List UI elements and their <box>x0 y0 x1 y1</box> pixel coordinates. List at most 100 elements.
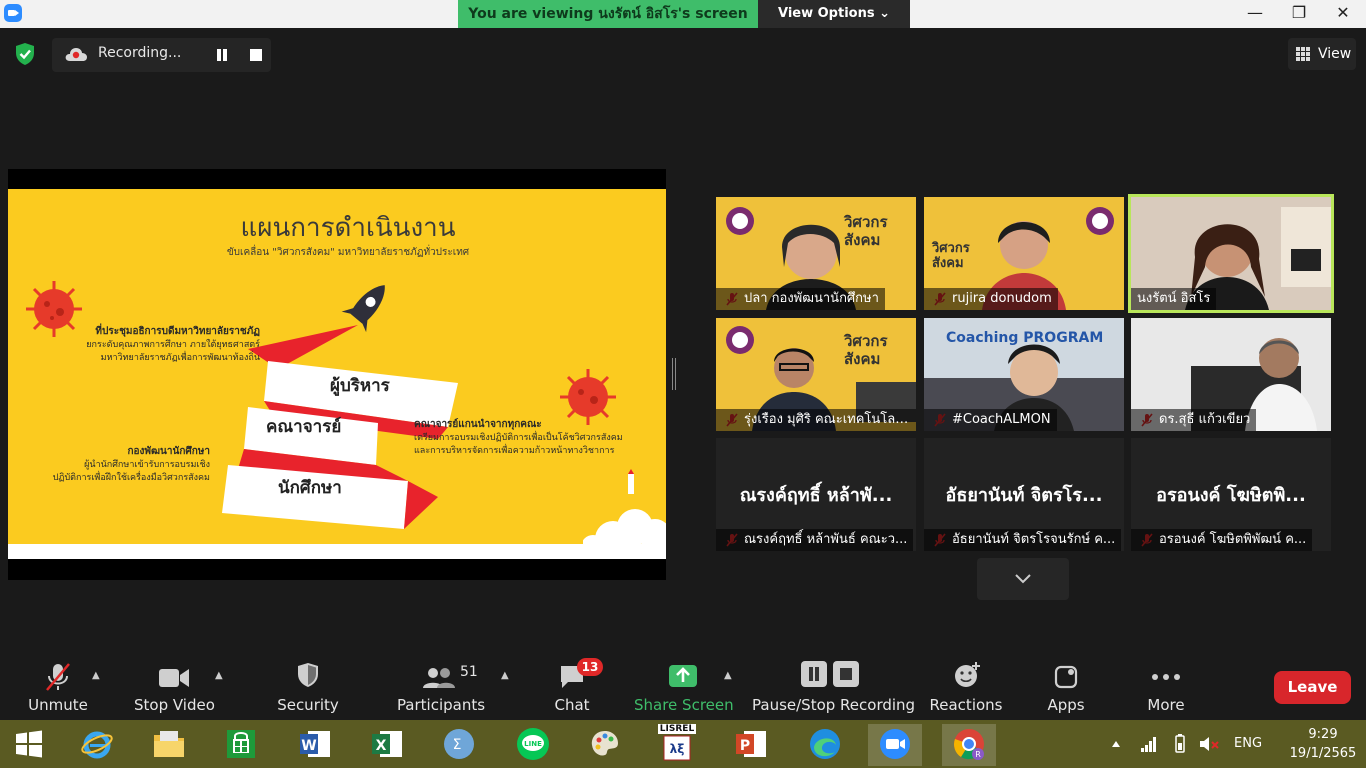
participants-count: 51 <box>460 664 478 680</box>
gallery-next-page-button[interactable] <box>977 558 1069 600</box>
tile-logo-text: วิศวกร สังคม <box>932 241 970 271</box>
share-options-caret-icon[interactable]: ▲ <box>724 670 734 681</box>
participant-tile-active-speaker[interactable]: นงรัตน์ อิสโร <box>1128 194 1334 313</box>
file-explorer-folder-icon <box>154 731 184 757</box>
share-screen-label: Share Screen <box>634 696 734 714</box>
taskbar-paint[interactable] <box>578 724 632 766</box>
lisrel-label: LISREL <box>658 724 696 734</box>
participant-tile[interactable]: อรอนงค์ โฆษิตพิ... อรอนงค์ โฆษิตพิพัฒน์ … <box>1131 438 1331 551</box>
security-button[interactable]: Security <box>272 650 344 720</box>
view-button[interactable]: View <box>1288 38 1356 70</box>
pause-stop-recording-button[interactable]: Pause/Stop Recording <box>752 650 916 720</box>
tile-logo-text: วิศวกร สังคม <box>844 332 888 368</box>
chrome-browser-icon: R <box>954 729 984 760</box>
apps-button[interactable]: Apps <box>1036 650 1096 720</box>
view-options-button[interactable]: View Options ⌄ <box>758 0 910 28</box>
taskbar-internet-explorer[interactable] <box>70 724 124 766</box>
video-options-caret-icon[interactable]: ▲ <box>215 670 225 681</box>
viewing-screen-banner: You are viewing นงรัตน์ อิสโร's screen <box>458 0 758 28</box>
maximize-button[interactable]: ❐ <box>1277 0 1321 28</box>
clock-date: 19/1/2565 <box>1289 746 1357 761</box>
show-hidden-icons-button[interactable] <box>1110 720 1122 768</box>
leave-meeting-button[interactable]: Leave <box>1274 671 1351 704</box>
panel-splitter-handle[interactable] <box>672 358 676 390</box>
pause-recording-icon[interactable] <box>214 47 230 63</box>
taskbar-edge[interactable] <box>798 724 852 766</box>
taskbar-calculator-app[interactable]: Σ <box>432 724 486 766</box>
chat-unread-badge: 13 <box>577 658 603 676</box>
reactions-emoji-icon <box>955 662 980 687</box>
audio-options-caret-icon[interactable]: ▲ <box>92 670 102 681</box>
pause-stop-recording-icon <box>801 661 859 687</box>
unmute-label: Unmute <box>28 696 88 714</box>
participant-display-name: อัธยานันท์ จิตรโร... <box>945 485 1103 506</box>
volume-muted-icon[interactable] <box>1198 734 1220 754</box>
reactions-label: Reactions <box>929 696 1003 714</box>
participant-tile[interactable]: วิศวกร สังคม ปลา กองพัฒนานักศึกษา <box>716 197 916 310</box>
battery-icon[interactable] <box>1170 734 1190 754</box>
paint-palette-icon <box>591 731 618 756</box>
participant-tile[interactable]: วิศวกร สังคม รุ่งเรือง มุศิริ คณะเทคโนโล… <box>716 318 916 431</box>
minimize-button[interactable]: — <box>1233 0 1277 28</box>
taskbar-clock[interactable]: 9:29 19/1/2565 <box>1286 720 1360 768</box>
svg-text:λξ: λξ <box>670 742 685 756</box>
participant-tile[interactable]: อัธยานันท์ จิตรโร... อัธยานันท์ จิตรโรจน… <box>924 438 1124 551</box>
taskbar-excel[interactable]: X <box>360 724 414 766</box>
close-button[interactable]: ✕ <box>1321 0 1365 28</box>
taskbar-chrome[interactable]: R <box>942 724 996 766</box>
zoom-meeting-window: You are viewing นงรัตน์ อิสโร's screen V… <box>0 0 1366 768</box>
share-screen-button[interactable]: Share Screen <box>634 650 734 720</box>
shared-screen[interactable]: แผนการดำเนินงาน ขับเคลื่อน "วิศวกรสังคม"… <box>8 169 666 580</box>
participants-button[interactable]: 51 Participants <box>396 650 486 720</box>
taskbar-word[interactable]: W <box>288 724 342 766</box>
participant-name: ณรงค์ฤทธิ์ หล้าพันธ์ คณะว... <box>716 529 914 551</box>
participant-name: rujira donudom <box>924 288 1058 310</box>
svg-text:R: R <box>975 750 981 759</box>
pause-stop-recording-label: Pause/Stop Recording <box>752 696 916 714</box>
taskbar-lisrel[interactable]: LISREL λξ <box>650 724 704 766</box>
svg-text:LINE: LINE <box>524 740 542 748</box>
note-student-development: กองพัฒนานักศึกษา ผู้นำนักศึกษาเข้ารับการ… <box>52 446 210 483</box>
participant-name: รุ่งเรือง มุศิริ คณะเทคโนโลย... <box>716 409 916 431</box>
participant-tile[interactable]: Coaching PROGRAM #CoachALMON <box>924 318 1124 431</box>
chevron-down-icon <box>1015 574 1031 584</box>
ribbon-lecturers: คณาจารย์ <box>266 417 342 437</box>
taskbar-file-explorer[interactable] <box>142 724 196 766</box>
slide-subtitle: ขับเคลื่อน "วิศวกรสังคม" มหาวิทยาลัยราชภ… <box>226 247 470 258</box>
more-button[interactable]: More <box>1136 650 1196 720</box>
clock-time: 9:29 <box>1308 727 1338 742</box>
stop-recording-icon[interactable] <box>250 49 262 61</box>
taskbar-microsoft-store[interactable] <box>214 724 268 766</box>
input-language-indicator[interactable]: ENG <box>1234 720 1268 768</box>
taskbar-zoom[interactable] <box>868 724 922 766</box>
security-label: Security <box>277 696 339 714</box>
encryption-shield-icon[interactable] <box>14 42 36 66</box>
sigma-calculator-icon: Σ <box>444 729 474 759</box>
tile-board-text: Coaching PROGRAM <box>946 330 1104 346</box>
stop-video-button[interactable]: Stop Video <box>134 650 215 720</box>
reactions-button[interactable]: Reactions <box>928 650 1004 720</box>
taskbar-powerpoint[interactable]: P <box>724 724 778 766</box>
unmute-button[interactable]: Unmute <box>22 650 94 720</box>
participants-options-caret-icon[interactable]: ▲ <box>501 670 511 681</box>
presentation-slide: แผนการดำเนินงาน ขับเคลื่อน "วิศวกรสังคม"… <box>8 189 666 559</box>
participant-name: นงรัตน์ อิสโร <box>1131 288 1217 310</box>
participant-tile[interactable]: ดร.สุธี แก้วเขียว <box>1131 318 1331 431</box>
participant-tile[interactable]: วิศวกร สังคม rujira donudom <box>924 197 1124 310</box>
participants-icon <box>423 668 455 688</box>
svg-text:Σ: Σ <box>453 737 462 753</box>
ribbon-students: นักศึกษา <box>278 478 342 498</box>
apps-icon <box>1054 665 1078 689</box>
taskbar-line[interactable]: LINE <box>506 724 560 766</box>
zoom-app-icon <box>880 729 910 759</box>
windows-logo-icon <box>16 730 42 758</box>
windows-taskbar: W X Σ LINE LISREL λξ P R ENG 9:29 19/1/2… <box>0 720 1366 768</box>
network-signal-icon[interactable] <box>1140 736 1158 752</box>
start-button[interactable] <box>2 724 56 766</box>
view-label: View <box>1318 46 1352 62</box>
muted-microphone-icon <box>46 663 70 691</box>
ribbon-executives: ผู้บริหาร <box>330 376 390 396</box>
svg-text:P: P <box>740 738 750 754</box>
stop-video-label: Stop Video <box>134 696 215 714</box>
participant-tile[interactable]: ณรงค์ฤทธิ์ หล้าพั... ณรงค์ฤทธิ์ หล้าพันธ… <box>716 438 916 551</box>
